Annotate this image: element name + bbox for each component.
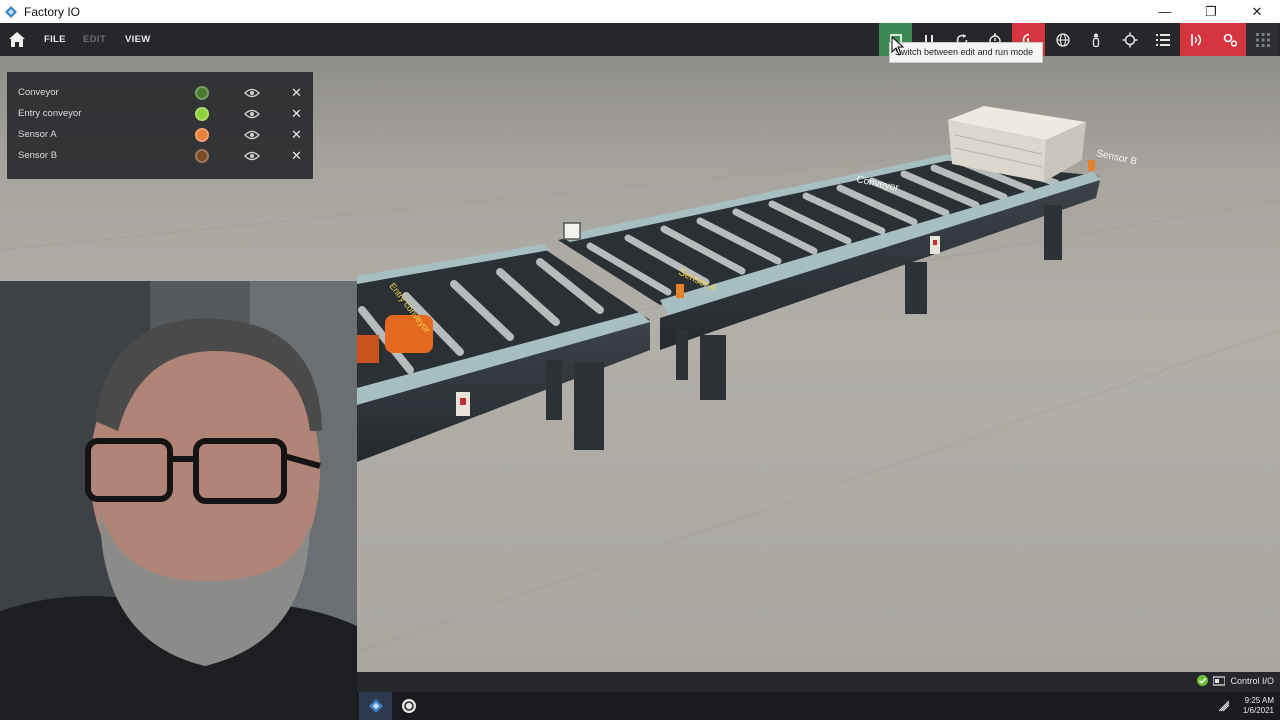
menubar: FILE EDIT VIEW [0, 23, 1280, 56]
target-button[interactable] [1113, 23, 1146, 56]
tag-state-indicator[interactable] [195, 149, 209, 163]
menu-edit[interactable]: EDIT [83, 34, 106, 45]
sensor-a-device[interactable] [676, 284, 684, 298]
eye-icon[interactable] [244, 129, 260, 141]
tag-state-indicator[interactable] [195, 86, 209, 100]
home-icon[interactable] [8, 31, 26, 48]
palette-button[interactable] [1246, 23, 1279, 56]
window-controls: — ❐ ✕ [1142, 0, 1280, 23]
edit-run-tooltip: Switch between edit and run mode [889, 42, 1043, 63]
gears-icon [1223, 33, 1237, 47]
taskbar-app[interactable] [392, 692, 425, 720]
factory-io-logo-icon [5, 5, 17, 18]
eye-icon[interactable] [244, 108, 260, 120]
person-icon [1092, 33, 1099, 47]
list-icon [1155, 33, 1170, 46]
mouse-cursor-icon [891, 36, 905, 56]
sensor-icon [1190, 33, 1201, 46]
io-module-icon [1213, 675, 1226, 686]
sensor-reflector [563, 222, 581, 240]
menu-file[interactable]: FILE [44, 34, 66, 45]
drivers-button[interactable] [1213, 23, 1246, 56]
webcam-overlay [0, 281, 357, 720]
sensor-b-device[interactable] [1088, 160, 1095, 171]
network-icon[interactable] [1218, 700, 1230, 712]
remove-tag-button[interactable]: ✕ [291, 148, 302, 164]
clock-time: 9:25 AM [1244, 696, 1274, 705]
global-view-button[interactable] [1046, 23, 1079, 56]
controller-status[interactable]: Control I/O [1197, 675, 1274, 686]
taskbar-factory-io[interactable] [359, 692, 392, 720]
remove-tag-button[interactable]: ✕ [291, 127, 302, 143]
globe-icon [1055, 32, 1070, 47]
tag-values-panel: Conveyor ✕ Entry conveyor ✕ Sensor A ✕ S… [7, 72, 313, 179]
tag-label: Sensor B [18, 150, 58, 161]
taskbar-clock[interactable]: 9:25 AM 1/6/2021 [1243, 696, 1274, 716]
entry-conveyor[interactable] [357, 244, 650, 462]
tag-state-indicator[interactable] [195, 128, 209, 142]
tags-list-button[interactable] [1146, 23, 1179, 56]
tag-row: Sensor B ✕ [7, 146, 313, 167]
status-bar: Control I/O [357, 672, 1280, 692]
tag-row: Sensor A ✕ [7, 125, 313, 146]
controller-label: Control I/O [1230, 675, 1274, 686]
first-person-button[interactable] [1079, 23, 1112, 56]
main-conveyor[interactable] [558, 154, 1102, 400]
minimize-button[interactable]: — [1142, 0, 1188, 23]
windows-taskbar: 9:25 AM 1/6/2021 [357, 692, 1280, 720]
sensors-button[interactable] [1180, 23, 1213, 56]
tag-row: Conveyor ✕ [7, 83, 313, 104]
presenter-video [0, 281, 357, 720]
tag-label: Entry conveyor [18, 108, 82, 119]
factory-io-logo-icon [368, 699, 383, 713]
tag-state-indicator[interactable] [195, 107, 209, 121]
close-window-button[interactable]: ✕ [1234, 0, 1280, 23]
scene-label-sensor-b: Sensor B [1095, 148, 1138, 167]
app-circle-icon [401, 699, 416, 713]
clock-date: 1/6/2021 [1242, 706, 1274, 715]
tag-row: Entry conveyor ✕ [7, 104, 313, 125]
window-titlebar: Factory IO — ❐ ✕ [0, 0, 1280, 23]
remove-tag-button[interactable]: ✕ [291, 106, 302, 122]
crosshair-icon [1122, 32, 1137, 47]
remove-tag-button[interactable]: ✕ [291, 85, 302, 101]
check-circle-icon [1197, 675, 1209, 686]
tag-label: Sensor A [18, 129, 57, 140]
eye-icon[interactable] [244, 150, 260, 162]
tag-label: Conveyor [18, 87, 59, 98]
menu-view[interactable]: VIEW [125, 34, 150, 45]
grid-icon [1255, 32, 1270, 47]
restore-button[interactable]: ❐ [1188, 0, 1234, 23]
factory-io-window: Factory IO — ❐ ✕ FILE EDIT VIEW Sensor B… [0, 0, 1280, 720]
eye-icon[interactable] [244, 87, 260, 99]
window-title: Factory IO [24, 4, 81, 19]
